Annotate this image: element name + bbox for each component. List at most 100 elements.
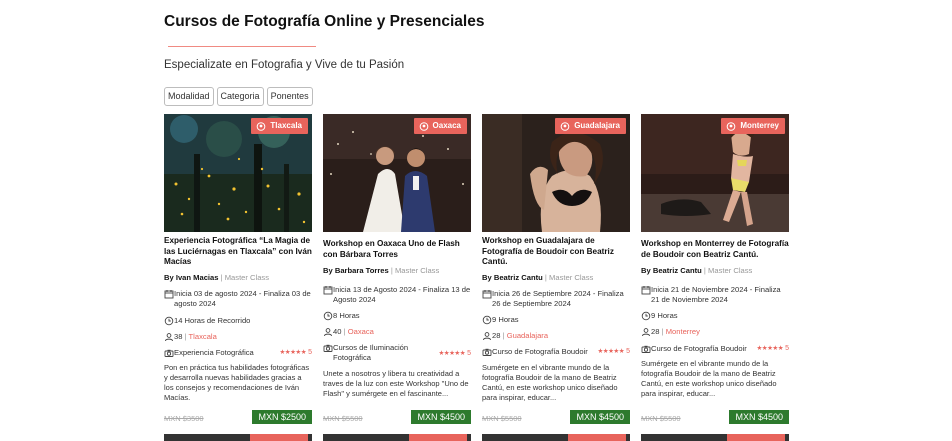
clock-icon [164, 316, 174, 326]
author-name[interactable]: Barbara Torres [335, 266, 389, 275]
calendar-icon [482, 290, 492, 299]
location-badge: Guadalajara [555, 118, 626, 134]
location-badge-label: Oaxaca [432, 121, 461, 130]
location-link[interactable]: Guadalajara [507, 331, 548, 340]
wedding-couple-photo[interactable]: Oaxaca [323, 114, 471, 232]
star-rating-icon: ★★★★★ [279, 349, 307, 356]
original-price: MXN $5500 [641, 414, 681, 423]
course-seats-location: 28 | Guadalajara [482, 331, 630, 341]
course-description: Unete a nosotros y libera tu creatividad… [323, 369, 469, 398]
original-price: MXN $5500 [482, 414, 522, 423]
author-role: Master Class [394, 266, 440, 275]
map-pin-icon [560, 121, 570, 131]
next-course-card-image[interactable] [323, 434, 471, 441]
author-name[interactable]: Beatriz Cantu [653, 266, 702, 275]
fireflies-forest-photo[interactable]: Tlaxcala [164, 114, 312, 232]
author-name[interactable]: Ivan Macias [176, 273, 219, 282]
star-rating-icon: ★★★★★ [756, 345, 784, 352]
location-badge-label: Tlaxcala [270, 121, 302, 130]
by-label: By [641, 266, 651, 275]
course-description: Sumérgete en el vibrante mundo de la fot… [641, 359, 777, 398]
user-icon [165, 333, 173, 342]
course-duration: 9 Horas [641, 311, 789, 321]
author-role: Master Class [224, 273, 270, 282]
calendar-icon [323, 286, 333, 295]
course-card[interactable]: Tlaxcala Experiencia Fotográfica “La Mag… [164, 114, 312, 434]
page-title: Cursos de Fotografía Online y Presencial… [164, 13, 485, 30]
course-category: Experiencia Fotográfica [164, 348, 282, 358]
user-icon [642, 328, 650, 337]
price-button[interactable]: MXN $4500 [411, 410, 471, 424]
filter-categoria-button[interactable]: Categoria [216, 87, 264, 106]
course-author: By Beatriz Cantu | Master Class [641, 266, 753, 275]
course-author: By Ivan Macias | Master Class [164, 273, 270, 282]
filter-bar: Modalidad Categoria Ponentes [164, 87, 313, 106]
map-pin-icon [419, 121, 428, 131]
location-link[interactable]: Monterrey [666, 327, 700, 336]
price-button[interactable]: MXN $4500 [729, 410, 789, 424]
next-course-card-image[interactable] [164, 434, 312, 441]
course-title[interactable]: Workshop en Oaxaca Uno de Flash con Bárb… [323, 239, 471, 260]
course-title[interactable]: Experiencia Fotográfica “La Magia de las… [164, 236, 312, 268]
author-name[interactable]: Beatriz Cantu [494, 273, 543, 282]
title-divider [168, 46, 316, 47]
course-dates: Inicia 21 de Noviembre 2024 - Finaliza 2… [641, 285, 789, 304]
course-dates: Inicia 13 de Agosto 2024 - Finaliza 13 d… [323, 285, 471, 304]
location-badge: Tlaxcala [251, 118, 308, 134]
location-link[interactable]: Tlaxcala [189, 332, 217, 341]
course-description: Pon en práctica tus habilidades fotográf… [164, 363, 310, 402]
filter-ponentes-button[interactable]: Ponentes [266, 87, 313, 106]
by-label: By [323, 266, 333, 275]
boudoir-portrait-photo[interactable]: Guadalajara [482, 114, 630, 232]
location-badge-label: Monterrey [740, 121, 779, 130]
course-duration: 9 Horas [482, 315, 630, 325]
course-category: Cursos de Iluminación Fotográfica [323, 343, 429, 362]
course-rating: ★★★★★ 5 [756, 344, 789, 353]
course-author: By Barbara Torres | Master Class [323, 266, 440, 275]
clock-icon [482, 315, 492, 325]
original-price: MXN $3500 [164, 414, 204, 423]
course-category: Curso de Fotografía Boudoir [482, 347, 592, 357]
course-title[interactable]: Workshop en Monterrey de Fotografía de B… [641, 239, 789, 260]
user-icon [483, 332, 491, 341]
course-seats-location: 38 | Tlaxcala [164, 332, 312, 342]
course-dates: Inicia 03 de agosto 2024 - Finaliza 03 d… [164, 289, 312, 308]
price-button[interactable]: MXN $2500 [252, 410, 312, 424]
course-rating: ★★★★★ 5 [279, 348, 312, 357]
location-badge: Oaxaca [413, 118, 467, 134]
course-card[interactable]: Monterrey Workshop en Monterrey de Fotog… [641, 114, 789, 434]
boudoir-bedroom-photo[interactable]: Monterrey [641, 114, 789, 232]
course-rating: ★★★★★ 5 [597, 347, 630, 356]
star-rating-icon: ★★★★★ [438, 350, 466, 357]
next-course-card-image[interactable] [482, 434, 630, 441]
map-pin-icon [727, 121, 736, 131]
user-icon [324, 328, 332, 337]
course-dates: Inicia 26 de Septiembre 2024 - Finaliza … [482, 289, 630, 308]
map-pin-icon [257, 121, 266, 131]
course-author: By Beatriz Cantu | Master Class [482, 273, 594, 282]
camera-icon [164, 349, 174, 357]
course-card[interactable]: Oaxaca Workshop en Oaxaca Uno de Flash c… [323, 114, 471, 434]
location-link[interactable]: Oaxaca [348, 327, 374, 336]
course-duration: 8 Horas [323, 311, 471, 321]
filter-modalidad-button[interactable]: Modalidad [164, 87, 214, 106]
course-title[interactable]: Workshop en Guadalajara de Fotografía de… [482, 236, 630, 268]
location-badge: Monterrey [721, 118, 785, 134]
course-description: Sumérgete en el vibrante mundo de la fot… [482, 363, 618, 402]
course-seats-location: 28 | Monterrey [641, 327, 789, 337]
course-card[interactable]: Guadalajara Workshop en Guadalajara de F… [482, 114, 630, 434]
next-course-card-image[interactable] [641, 434, 789, 441]
calendar-icon [164, 290, 174, 299]
camera-icon [641, 345, 651, 353]
by-label: By [164, 273, 174, 282]
by-label: By [482, 273, 492, 282]
author-role: Master Class [549, 273, 594, 282]
price-button[interactable]: MXN $4500 [570, 410, 630, 424]
camera-icon [323, 344, 333, 352]
course-seats-location: 40 | Oaxaca [323, 327, 471, 337]
clock-icon [641, 311, 651, 321]
author-role: Master Class [708, 266, 753, 275]
location-badge-label: Guadalajara [574, 121, 620, 130]
course-category: Curso de Fotografía Boudoir [641, 344, 751, 354]
course-rating: ★★★★★ 5 [438, 349, 471, 358]
